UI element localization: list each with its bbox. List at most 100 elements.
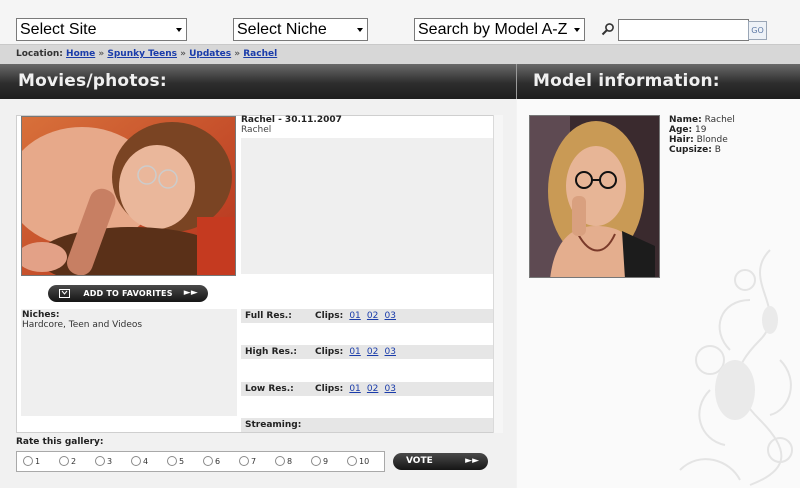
add-to-favorites-button[interactable]: ADD TO FAVORITES ►►: [48, 285, 208, 302]
movies-photos-header: Movies/photos:: [0, 64, 516, 99]
hair-label: Hair:: [669, 135, 694, 145]
rating-radio-4[interactable]: [131, 456, 141, 466]
chevron-down-icon: [176, 28, 182, 32]
niches-value: Hardcore, Teen and Videos: [22, 320, 143, 330]
gallery-thumbnail[interactable]: [21, 116, 236, 276]
clips-group: Clips: 01 02 03: [315, 382, 396, 396]
rating-radio-8[interactable]: [275, 456, 285, 466]
site-select-label: Select Site: [20, 21, 97, 38]
model-cup-row: Cupsize: B: [669, 145, 735, 155]
model-select[interactable]: Search by Model A-Z: [414, 18, 585, 41]
clip-link[interactable]: 02: [367, 384, 378, 394]
breadcrumb-updates-link[interactable]: Updates: [189, 49, 231, 59]
age-label: Age:: [669, 125, 693, 135]
clip-link[interactable]: 01: [349, 347, 360, 357]
rating-radio-3[interactable]: [95, 456, 105, 466]
clip-link[interactable]: 03: [385, 384, 396, 394]
gallery-description: [241, 138, 493, 274]
clips-label: Clips:: [315, 311, 344, 321]
rating-radio-9[interactable]: [311, 456, 321, 466]
top-bar: Select Site Select Niche Search by Model…: [0, 0, 800, 44]
vote-label: VOTE: [406, 456, 433, 466]
gallery-model-name: Rachel: [241, 125, 272, 135]
breadcrumb-site-link[interactable]: Spunky Teens: [107, 49, 177, 59]
niche-select-label: Select Niche: [237, 21, 327, 38]
breadcrumb-home-link[interactable]: Home: [66, 49, 95, 59]
high-res-row: High Res.: Clips: 01 02 03: [241, 345, 493, 359]
rating-label-9: 9: [323, 457, 329, 466]
clips-group: Clips: 01 02 03: [315, 309, 396, 323]
rating-label-5: 5: [179, 457, 185, 466]
clip-link[interactable]: 02: [367, 347, 378, 357]
breadcrumb: Location: Home » Spunky Teens » Updates …: [0, 44, 800, 64]
rate-gallery-label: Rate this gallery:: [16, 437, 104, 447]
clip-link[interactable]: 03: [385, 347, 396, 357]
rating-label-10: 10: [359, 457, 370, 466]
name-label: Name:: [669, 115, 702, 125]
rating-label-8: 8: [287, 457, 293, 466]
add-to-favorites-label: ADD TO FAVORITES: [83, 289, 173, 298]
model-name-value: Rachel: [704, 115, 735, 125]
clip-link[interactable]: 03: [385, 311, 396, 321]
clip-link[interactable]: 01: [349, 384, 360, 394]
gallery-thumbnail-image: [22, 117, 235, 275]
rating-label-1: 1: [35, 457, 41, 466]
rating-radio-2[interactable]: [59, 456, 69, 466]
model-hair-value: Blonde: [696, 135, 728, 145]
arrows-icon: ►►: [183, 288, 198, 298]
rating-radio-6[interactable]: [203, 456, 213, 466]
breadcrumb-separator: »: [180, 49, 186, 59]
niches-box: Niches: Hardcore, Teen and Videos: [21, 309, 237, 416]
gallery-box-edge: [493, 115, 503, 433]
floral-ornament: [679, 249, 793, 486]
clip-link[interactable]: 02: [367, 311, 378, 321]
model-cup-value: B: [714, 145, 721, 155]
breadcrumb-separator: »: [98, 49, 105, 59]
cup-label: Cupsize:: [669, 145, 712, 155]
niches-label: Niches:: [22, 310, 60, 320]
rating-radio-5[interactable]: [167, 456, 177, 466]
chevron-down-icon: [357, 28, 363, 32]
res-label: Low Res.:: [245, 384, 294, 394]
rating-label-2: 2: [71, 457, 77, 466]
rating-label-4: 4: [143, 457, 149, 466]
gallery-title: Rachel - 30.11.2007: [241, 115, 342, 125]
breadcrumb-model-link[interactable]: Rachel: [243, 49, 277, 59]
vote-button[interactable]: VOTE ►►: [393, 453, 488, 470]
streaming-row: Streaming:: [241, 418, 493, 432]
rating-radio-7[interactable]: [239, 456, 249, 466]
arrows-icon: ►►: [465, 456, 479, 466]
model-hair-row: Hair: Blonde: [669, 135, 735, 145]
rating-options: 1 2 3 4 5 6 7 8 9 10: [16, 451, 385, 472]
clips-label: Clips:: [315, 347, 344, 357]
chevron-down-icon: [574, 28, 580, 32]
clips-group: Clips: 01 02 03: [315, 345, 396, 359]
model-age-row: Age: 19: [669, 125, 735, 135]
favorites-icon: [59, 289, 70, 298]
breadcrumb-prefix: Location:: [16, 49, 63, 59]
model-photo[interactable]: [529, 115, 660, 278]
model-select-label: Search by Model A-Z: [418, 21, 568, 38]
rating-label-7: 7: [251, 457, 257, 466]
clips-label: Clips:: [315, 384, 344, 394]
full-res-row: Full Res.: Clips: 01 02 03: [241, 309, 493, 323]
site-select[interactable]: Select Site: [16, 18, 187, 41]
niche-select[interactable]: Select Niche: [233, 18, 368, 41]
rating-radio-10[interactable]: [347, 456, 357, 466]
rating-label-3: 3: [107, 457, 113, 466]
go-button[interactable]: GO: [748, 21, 767, 40]
streaming-label: Streaming:: [245, 420, 302, 430]
low-res-row: Low Res.: Clips: 01 02 03: [241, 382, 493, 396]
search-input[interactable]: [618, 19, 749, 41]
model-details: Name: Rachel Age: 19 Hair: Blonde Cupsiz…: [669, 115, 735, 155]
breadcrumb-separator: »: [234, 49, 241, 59]
model-photo-image: [530, 116, 659, 277]
res-label: Full Res.:: [245, 311, 292, 321]
search-icon: [601, 23, 614, 36]
clip-link[interactable]: 01: [349, 311, 360, 321]
rating-radio-1[interactable]: [23, 456, 33, 466]
page: Select Site Select Niche Search by Model…: [0, 0, 800, 488]
rating-label-6: 6: [215, 457, 221, 466]
model-name-row: Name: Rachel: [669, 115, 735, 125]
model-age-value: 19: [695, 125, 707, 135]
